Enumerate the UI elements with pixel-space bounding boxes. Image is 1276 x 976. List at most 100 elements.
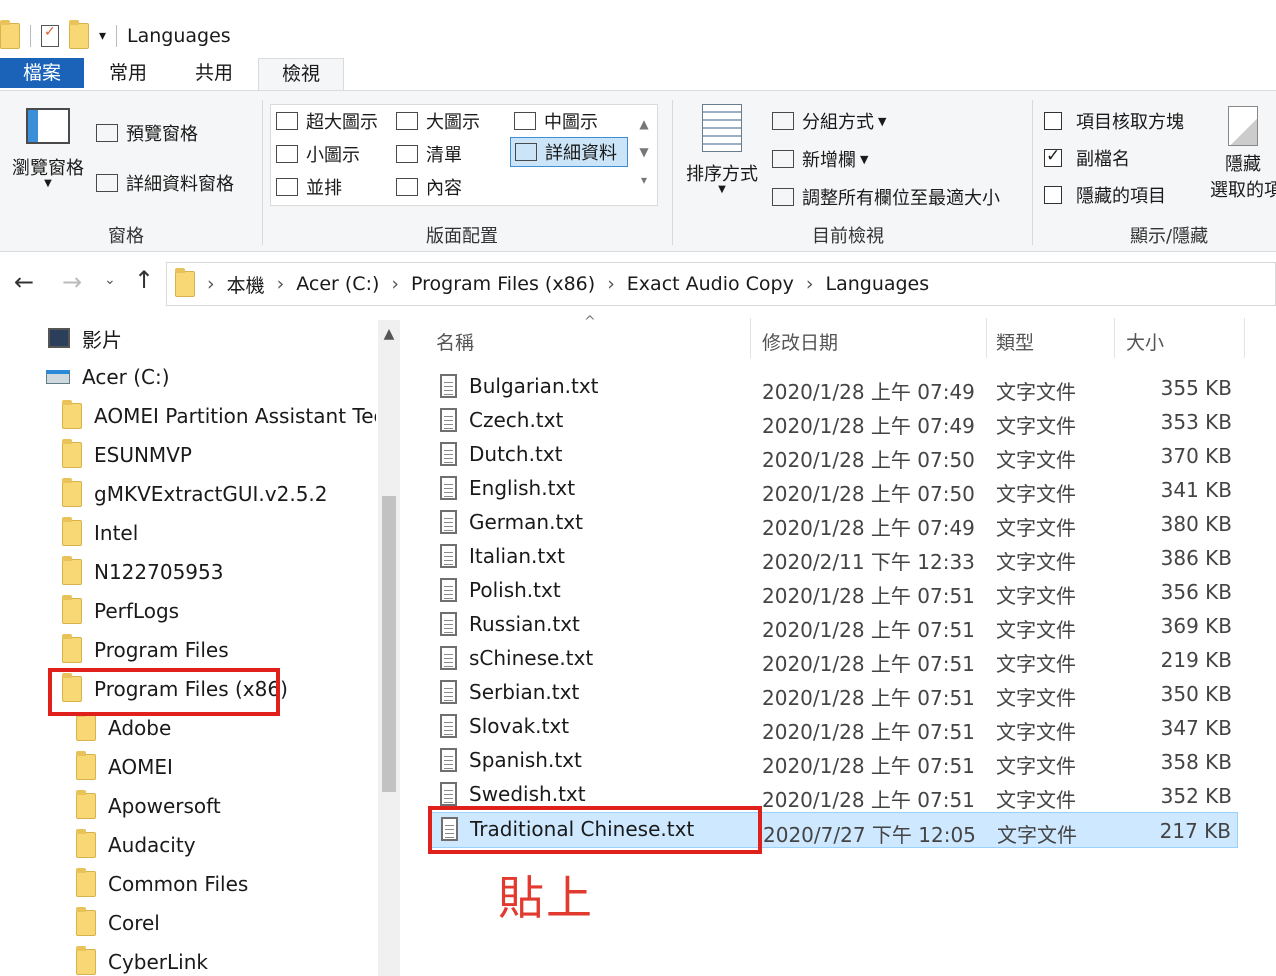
file-size: 353 KB bbox=[1160, 410, 1232, 434]
scroll-up-icon[interactable]: ▲ bbox=[378, 320, 400, 342]
file-row[interactable]: Czech.txt 2020/1/28 上午 07:49 文字文件 353 KB bbox=[430, 404, 1238, 438]
tree-item-n122705953[interactable]: N122705953 bbox=[62, 556, 223, 588]
folder-icon[interactable] bbox=[0, 20, 20, 49]
column-header-name[interactable]: 名稱 bbox=[436, 328, 474, 355]
layout-large-icons[interactable]: 大圖示 bbox=[396, 108, 480, 134]
column-divider[interactable] bbox=[986, 318, 987, 358]
sort-icon bbox=[702, 104, 742, 152]
layout-extra-large-icons[interactable]: 超大圖示 bbox=[276, 108, 378, 134]
file-size: 358 KB bbox=[1160, 750, 1232, 774]
preview-pane-button[interactable]: 預覽窗格 bbox=[96, 120, 198, 146]
file-row[interactable]: Russian.txt 2020/1/28 上午 07:51 文字文件 369 KB bbox=[430, 608, 1238, 642]
file-row[interactable]: English.txt 2020/1/28 上午 07:50 文字文件 341 KB bbox=[430, 472, 1238, 506]
file-type: 文字文件 bbox=[996, 754, 1076, 778]
layout-tiles[interactable]: 並排 bbox=[276, 174, 342, 200]
file-extensions-toggle[interactable]: 副檔名 bbox=[1044, 145, 1130, 171]
hide-selected-button[interactable]: 隱藏 選取的項 bbox=[1210, 106, 1276, 202]
tree-item-drive-c[interactable]: Acer (C:) bbox=[46, 361, 170, 393]
tree-item-label: gMKVExtractGUI.v2.5.2 bbox=[94, 482, 328, 506]
tree-item-cyberlink[interactable]: CyberLink bbox=[76, 946, 208, 976]
file-row[interactable]: sChinese.txt 2020/1/28 上午 07:51 文字文件 219 KB bbox=[430, 642, 1238, 676]
file-row[interactable]: Polish.txt 2020/1/28 上午 07:51 文字文件 356 KB bbox=[430, 574, 1238, 608]
file-date: 2020/2/11 下午 12:33 bbox=[762, 550, 975, 574]
tab-share[interactable]: 共用 bbox=[182, 58, 246, 88]
tree-item-corel[interactable]: Corel bbox=[76, 907, 160, 939]
column-divider[interactable] bbox=[1114, 318, 1115, 358]
add-columns-label: 新增欄 bbox=[802, 150, 856, 171]
file-name: Polish.txt bbox=[469, 578, 561, 602]
tree-scrollbar[interactable]: ▲ bbox=[378, 320, 400, 976]
details-pane-button[interactable]: 詳細資料窗格 bbox=[96, 170, 234, 196]
tree-item-aomei[interactable]: AOMEI bbox=[76, 751, 173, 783]
recent-locations-button[interactable]: ⌄ bbox=[104, 272, 116, 288]
size-columns-button[interactable]: 調整所有欄位至最適大小 bbox=[772, 184, 1000, 210]
folder-icon bbox=[62, 439, 82, 468]
layout-scroll[interactable]: ▲ ▼ ▾ bbox=[636, 110, 652, 194]
scrollbar-thumb[interactable] bbox=[382, 496, 396, 792]
tree-item-apowersoft[interactable]: Apowersoft bbox=[76, 790, 221, 822]
tab-file[interactable]: 檔案 bbox=[0, 58, 84, 88]
tree-item-adobe[interactable]: Adobe bbox=[76, 712, 171, 744]
file-row[interactable]: Serbian.txt 2020/1/28 上午 07:51 文字文件 350 KB bbox=[430, 676, 1238, 710]
tree-item-audacity[interactable]: Audacity bbox=[76, 829, 196, 861]
layout-list[interactable]: 清單 bbox=[396, 141, 462, 167]
hidden-items-checkbox[interactable] bbox=[1044, 186, 1062, 204]
breadcrumb-drive[interactable]: Acer (C:) bbox=[296, 273, 379, 295]
file-type: 文字文件 bbox=[996, 448, 1076, 472]
column-header-size[interactable]: 大小 bbox=[1126, 328, 1164, 355]
add-columns-button[interactable]: 新增欄 ▼ bbox=[772, 146, 868, 172]
properties-icon[interactable]: ✓ bbox=[41, 24, 59, 47]
sort-by-button[interactable]: 排序方式 ▼ bbox=[682, 104, 762, 195]
hidden-items-toggle[interactable]: 隱藏的項目 bbox=[1044, 182, 1166, 208]
tab-home[interactable]: 常用 bbox=[96, 58, 160, 88]
tree-item-intel[interactable]: Intel bbox=[62, 517, 138, 549]
tree-item-label: Audacity bbox=[108, 833, 196, 857]
column-divider[interactable] bbox=[1244, 318, 1245, 358]
file-row[interactable]: Slovak.txt 2020/1/28 上午 07:51 文字文件 347 KB bbox=[430, 710, 1238, 744]
file-type: 文字文件 bbox=[996, 652, 1076, 676]
tree-item-esunmvp[interactable]: ESUNMVP bbox=[62, 439, 192, 471]
file-name: Bulgarian.txt bbox=[469, 374, 599, 398]
tree-item-program-files[interactable]: Program Files bbox=[62, 634, 229, 666]
tab-view[interactable]: 檢視 bbox=[258, 58, 344, 91]
chevron-down-icon: ▼ bbox=[878, 114, 887, 128]
breadcrumb-program-files-x86[interactable]: Program Files (x86) bbox=[411, 273, 595, 295]
text-file-icon bbox=[440, 408, 457, 432]
tree-item-perflogs[interactable]: PerfLogs bbox=[62, 595, 179, 627]
item-checkboxes-toggle[interactable]: 項目核取方塊 bbox=[1044, 108, 1184, 134]
text-file-icon bbox=[440, 476, 457, 500]
column-header-date[interactable]: 修改日期 bbox=[762, 328, 838, 355]
nav-pane-button[interactable]: 瀏覽窗格 ▼ bbox=[8, 108, 88, 189]
file-row[interactable]: German.txt 2020/1/28 上午 07:49 文字文件 380 KB bbox=[430, 506, 1238, 540]
customize-toolbar-icon[interactable]: ▾ bbox=[99, 28, 106, 44]
forward-button[interactable]: → bbox=[62, 268, 82, 296]
new-folder-icon[interactable] bbox=[69, 20, 89, 49]
layout-content[interactable]: 內容 bbox=[396, 174, 462, 200]
details-pane-icon bbox=[96, 174, 118, 192]
layout-small-icons[interactable]: 小圖示 bbox=[276, 141, 360, 167]
file-row[interactable]: Dutch.txt 2020/1/28 上午 07:50 文字文件 370 KB bbox=[430, 438, 1238, 472]
breadcrumb-this-pc[interactable]: 本機 bbox=[227, 271, 265, 298]
tree-item-gmkvextract[interactable]: gMKVExtractGUI.v2.5.2 bbox=[62, 478, 328, 510]
breadcrumb-languages[interactable]: Languages bbox=[825, 273, 929, 295]
file-row[interactable]: Italian.txt 2020/2/11 下午 12:33 文字文件 386 KB bbox=[430, 540, 1238, 574]
nav-pane-icon bbox=[26, 108, 70, 144]
item-checkboxes-checkbox[interactable] bbox=[1044, 112, 1062, 130]
file-extensions-checkbox[interactable] bbox=[1044, 146, 1062, 167]
chevron-right-icon: › bbox=[276, 273, 285, 295]
breadcrumb-exact-audio-copy[interactable]: Exact Audio Copy bbox=[627, 273, 794, 295]
file-name: Italian.txt bbox=[469, 544, 565, 568]
tree-item-common-files[interactable]: Common Files bbox=[76, 868, 248, 900]
address-bar[interactable]: › 本機 › Acer (C:) › Program Files (x86) ›… bbox=[166, 262, 1276, 306]
back-button[interactable]: ← bbox=[14, 268, 34, 296]
layout-details[interactable]: 詳細資料 bbox=[510, 137, 628, 167]
file-row[interactable]: Bulgarian.txt 2020/1/28 上午 07:49 文字文件 355 K… bbox=[430, 370, 1238, 404]
column-divider[interactable] bbox=[750, 318, 751, 358]
tree-item-videos[interactable]: 影片 bbox=[48, 322, 122, 354]
column-header-type[interactable]: 類型 bbox=[996, 328, 1034, 355]
up-button[interactable]: ↑ bbox=[134, 266, 154, 294]
group-by-button[interactable]: 分組方式 ▼ bbox=[772, 108, 886, 134]
file-row[interactable]: Spanish.txt 2020/1/28 上午 07:51 文字文件 358 KB bbox=[430, 744, 1238, 778]
layout-medium-icons[interactable]: 中圖示 bbox=[514, 108, 598, 134]
tree-item-aomei-partition[interactable]: AOMEI Partition Assistant Techi bbox=[62, 400, 376, 432]
